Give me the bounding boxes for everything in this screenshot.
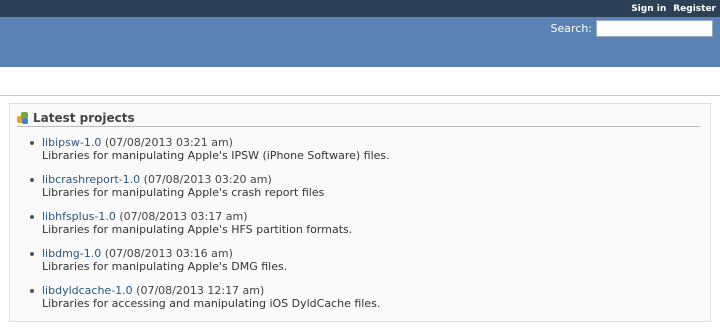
bullet-icon [30, 178, 34, 182]
project-link[interactable]: libipsw-1.0 [42, 136, 101, 149]
quick-search: Search: [550, 20, 713, 37]
top-menu: Sign in Register [0, 0, 720, 17]
bullet-icon [30, 252, 34, 256]
project-list: libipsw-1.0 (07/08/2013 03:21 am) Librar… [30, 136, 700, 321]
header: Search: [0, 17, 720, 67]
list-item: libdmg-1.0 (07/08/2013 03:16 am) Librari… [30, 247, 700, 284]
sign-in-link[interactable]: Sign in [631, 4, 666, 14]
projects-icon [17, 112, 29, 124]
project-date: (07/08/2013 03:16 am) [104, 247, 233, 260]
main-menu-strip [0, 67, 720, 96]
latest-projects-heading: Latest projects [17, 110, 700, 127]
list-item: libcrashreport-1.0 (07/08/2013 03:20 am)… [30, 173, 700, 210]
bullet-icon [30, 141, 34, 145]
latest-projects-box: Latest projects libipsw-1.0 (07/08/2013 … [9, 103, 711, 322]
project-description: Libraries for manipulating Apple's HFS p… [42, 223, 353, 236]
project-description: Libraries for accessing and manipulating… [42, 297, 381, 310]
latest-projects-title: Latest projects [33, 111, 135, 125]
project-date: (07/08/2013 03:20 am) [143, 173, 272, 186]
list-item: libhfsplus-1.0 (07/08/2013 03:17 am) Lib… [30, 210, 700, 247]
project-link[interactable]: libdyldcache-1.0 [42, 284, 133, 297]
project-link[interactable]: libdmg-1.0 [42, 247, 101, 260]
project-description: Libraries for manipulating Apple's IPSW … [42, 149, 390, 162]
project-description: Libraries for manipulating Apple's DMG f… [42, 260, 288, 273]
bullet-icon [30, 215, 34, 219]
bullet-icon [30, 289, 34, 293]
project-date: (07/08/2013 03:21 am) [104, 136, 233, 149]
register-link[interactable]: Register [673, 4, 716, 14]
project-link[interactable]: libcrashreport-1.0 [42, 173, 140, 186]
list-item: libipsw-1.0 (07/08/2013 03:21 am) Librar… [30, 136, 700, 173]
project-description: Libraries for manipulating Apple's crash… [42, 186, 325, 199]
search-input[interactable] [596, 20, 713, 37]
list-item: libdyldcache-1.0 (07/08/2013 12:17 am) L… [30, 284, 700, 321]
search-label: Search: [550, 22, 593, 35]
project-date: (07/08/2013 12:17 am) [136, 284, 265, 297]
project-date: (07/08/2013 03:17 am) [119, 210, 248, 223]
project-link[interactable]: libhfsplus-1.0 [42, 210, 116, 223]
